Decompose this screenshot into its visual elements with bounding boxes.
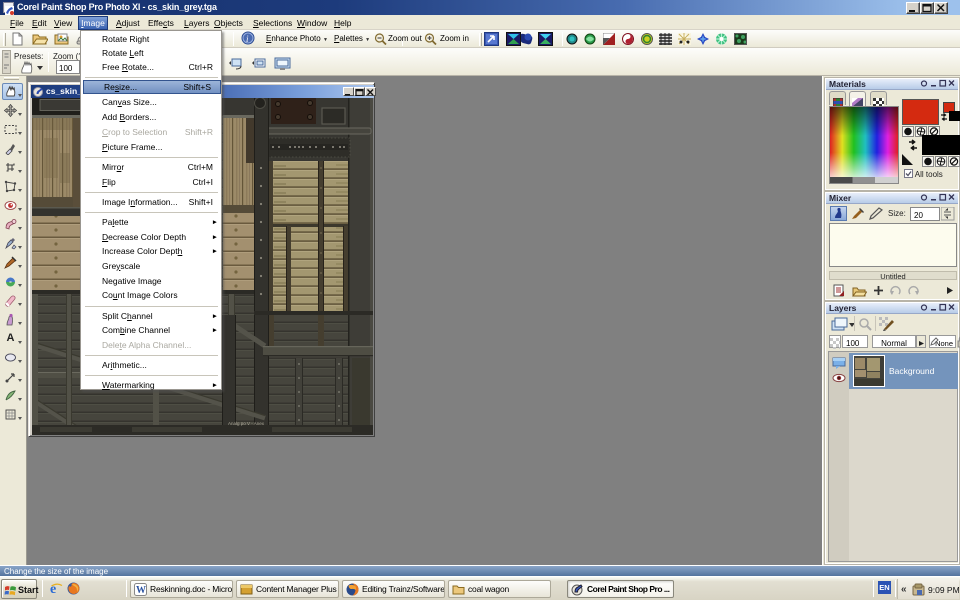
svg-text:W: W	[136, 585, 146, 596]
svg-text:Analg po V - Anex: Analg po V - Anex	[228, 421, 265, 426]
